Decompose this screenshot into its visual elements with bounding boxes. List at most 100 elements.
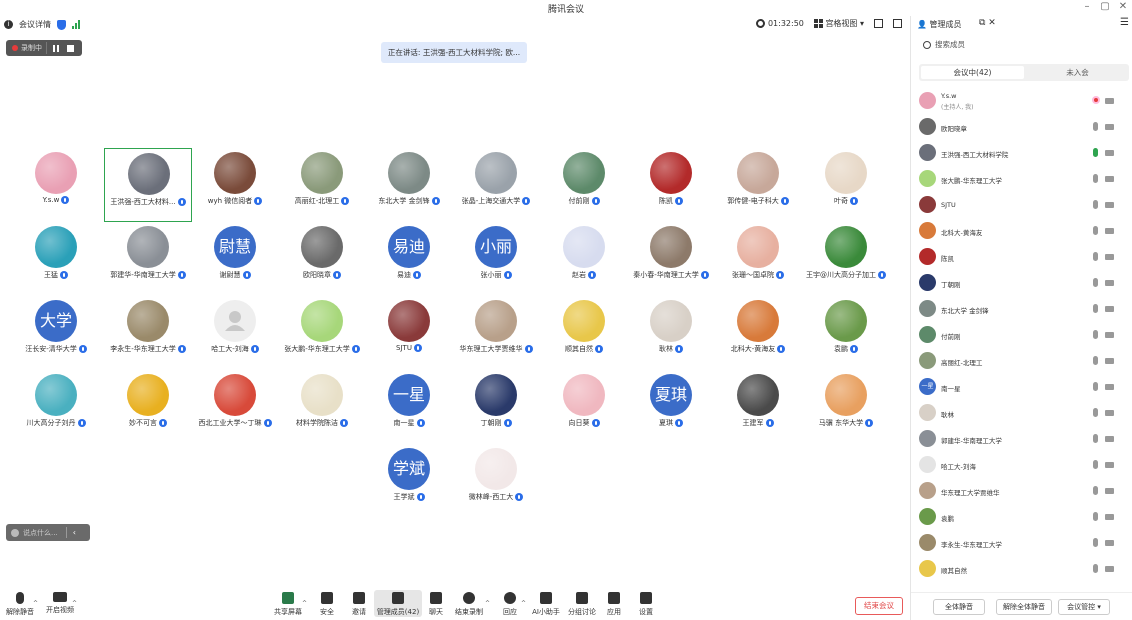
mute-all-button[interactable]: 全体静音 xyxy=(933,599,985,615)
participant-tile[interactable]: 尉慧 谢尉慧 xyxy=(191,222,279,296)
member-camera-icon[interactable] xyxy=(1105,176,1114,182)
participant-tile[interactable]: 叶奇 xyxy=(802,148,890,222)
member-camera-icon[interactable] xyxy=(1105,124,1114,130)
member-row[interactable]: 东北大学 金剑锋 xyxy=(911,296,1132,322)
chat-emoji-icon[interactable] xyxy=(11,528,19,537)
participant-tile[interactable]: 材料学院陈洁 xyxy=(278,370,366,444)
member-camera-icon[interactable] xyxy=(1105,228,1114,234)
member-camera-icon[interactable] xyxy=(1105,566,1114,572)
member-row[interactable]: 一星 南一星 xyxy=(911,374,1132,400)
invite-button[interactable]: 邀请 xyxy=(339,590,379,617)
participant-tile[interactable]: 妙不可言 xyxy=(104,370,192,444)
participant-tile[interactable]: 陈凯 xyxy=(627,148,715,222)
member-mic-icon[interactable] xyxy=(1093,122,1098,131)
tab-not-joined[interactable]: 未入会 xyxy=(1026,64,1129,81)
member-mic-icon[interactable] xyxy=(1093,356,1098,365)
member-camera-icon[interactable] xyxy=(1105,540,1114,546)
participant-tile[interactable]: 马骥 东华大学 xyxy=(802,370,890,444)
member-row[interactable]: 陈凯 xyxy=(911,244,1132,270)
ai-assistant-button[interactable]: AI小助手 xyxy=(526,590,566,617)
member-row[interactable]: 付前刚 xyxy=(911,322,1132,348)
chat-bar[interactable]: 说点什么... ‹ xyxy=(6,524,90,541)
member-camera-icon[interactable] xyxy=(1105,514,1114,520)
member-camera-icon[interactable] xyxy=(1105,384,1114,390)
participant-tile[interactable]: 付前刚 xyxy=(540,148,628,222)
unmute-all-button[interactable]: 解除全体静音 xyxy=(996,599,1052,615)
participant-tile[interactable]: 郭传健-电子科大 xyxy=(714,148,802,222)
member-row[interactable]: 耿林 xyxy=(911,400,1132,426)
participant-tile[interactable]: wyh 微信阅者 xyxy=(191,148,279,222)
member-mic-icon[interactable] xyxy=(1093,148,1098,157)
menu-icon[interactable]: ☰ xyxy=(1120,17,1129,28)
member-row[interactable]: 丁朝刚 xyxy=(911,270,1132,296)
signal-icon[interactable] xyxy=(72,20,80,29)
recording-icon[interactable] xyxy=(1092,96,1100,104)
member-row[interactable]: 欧阳晓章 xyxy=(911,114,1132,140)
participant-tile[interactable]: SJTU xyxy=(365,296,453,370)
member-camera-icon[interactable] xyxy=(1105,358,1114,364)
participant-tile[interactable]: 川大高分子刘丹 xyxy=(12,370,100,444)
participant-tile[interactable]: 耿林 xyxy=(627,296,715,370)
member-mic-icon[interactable] xyxy=(1093,304,1098,313)
options-caret[interactable]: ^ xyxy=(302,600,307,607)
member-mic-icon[interactable] xyxy=(1093,512,1098,521)
pause-recording-button[interactable] xyxy=(53,44,59,52)
member-row[interactable]: 北科大-黄海友 xyxy=(911,218,1132,244)
participant-tile[interactable]: 郭建华-华南理工大学 xyxy=(104,222,192,296)
gallery-view-dropdown[interactable]: 宫格视图 ▾ xyxy=(813,18,864,29)
member-row[interactable]: 李永生-华东理工大学 xyxy=(911,530,1132,556)
member-search[interactable]: 搜索成员 xyxy=(919,39,1129,55)
tab-in-meeting[interactable]: 会议中(42) xyxy=(921,66,1024,79)
participant-tile[interactable]: 东北大学 金剑锋 xyxy=(365,148,453,222)
maximize-button[interactable]: ▢ xyxy=(1098,1,1112,12)
member-mic-icon[interactable] xyxy=(1093,330,1098,339)
participant-tile[interactable]: 赵岩 xyxy=(540,222,628,296)
member-mic-icon[interactable] xyxy=(1093,226,1098,235)
participant-tile[interactable]: 王宇@川大高分子加工 xyxy=(802,222,890,296)
participant-tile[interactable]: 哈工大-刘海 xyxy=(191,296,279,370)
participant-tile[interactable]: 一星 南一星 xyxy=(365,370,453,444)
stop-recording-button[interactable] xyxy=(67,44,74,52)
member-camera-icon[interactable] xyxy=(1105,254,1114,260)
member-camera-icon[interactable] xyxy=(1105,410,1114,416)
end-meeting-button[interactable]: 结束会议 xyxy=(855,597,903,615)
participant-tile[interactable]: 王建军 xyxy=(714,370,802,444)
participant-tile[interactable]: 大学 汪长安-清华大学 xyxy=(12,296,100,370)
settings-button[interactable]: 设置 xyxy=(626,590,666,617)
participant-tile[interactable]: 秦小春-华南理工大学 xyxy=(627,222,715,296)
manage-members-button[interactable]: 管理成员(42) xyxy=(374,590,422,617)
member-camera-icon[interactable] xyxy=(1105,306,1114,312)
fullscreen-icon[interactable] xyxy=(874,19,883,28)
participant-tile[interactable]: 向日葵 xyxy=(540,370,628,444)
participant-tile[interactable]: 王猛 xyxy=(12,222,100,296)
member-row[interactable]: 顺其自然 xyxy=(911,556,1132,582)
member-mic-icon[interactable] xyxy=(1093,564,1098,573)
info-icon[interactable]: i xyxy=(4,20,13,29)
member-mic-icon[interactable] xyxy=(1093,434,1098,443)
member-mic-icon[interactable] xyxy=(1093,174,1098,183)
participant-tile[interactable]: 李永生-华东理工大学 xyxy=(104,296,192,370)
options-caret[interactable]: ^ xyxy=(521,600,526,607)
member-mic-icon[interactable] xyxy=(1093,460,1098,469)
member-row[interactable]: 哈工大-刘海 xyxy=(911,452,1132,478)
participant-tile[interactable]: 丁朝刚 xyxy=(452,370,540,444)
participant-tile[interactable]: 张大鹏-华东理工大学 xyxy=(278,296,366,370)
member-row[interactable]: 华东理工大学贾维华 xyxy=(911,478,1132,504)
participant-tile[interactable]: 张晶-上海交通大学 xyxy=(452,148,540,222)
member-row[interactable]: SJTU xyxy=(911,192,1132,218)
end-recording-button[interactable]: 结束录制 xyxy=(449,590,489,617)
audio-options-caret[interactable]: ^ xyxy=(33,600,38,607)
meeting-details-link[interactable]: 会议详情 xyxy=(19,19,51,30)
options-caret[interactable]: ^ xyxy=(485,600,490,607)
member-camera-icon[interactable] xyxy=(1105,436,1114,442)
participant-tile[interactable]: 欧阳晓章 xyxy=(278,222,366,296)
member-camera-icon[interactable] xyxy=(1105,462,1114,468)
member-mic-icon[interactable] xyxy=(1093,252,1098,261)
participant-tile[interactable]: 微林峰-西工大 xyxy=(452,444,540,518)
participant-tile[interactable]: 袁鹏 xyxy=(802,296,890,370)
member-mic-icon[interactable] xyxy=(1093,538,1098,547)
popout-close-icons[interactable]: ⧉ ✕ xyxy=(979,18,996,28)
member-row[interactable]: 王洪强-西工大材料学院 xyxy=(911,140,1132,166)
meeting-control-dropdown[interactable]: 会议管控 ▾ xyxy=(1058,599,1110,615)
participant-tile[interactable]: 西北工业大学～丁琳 xyxy=(191,370,279,444)
